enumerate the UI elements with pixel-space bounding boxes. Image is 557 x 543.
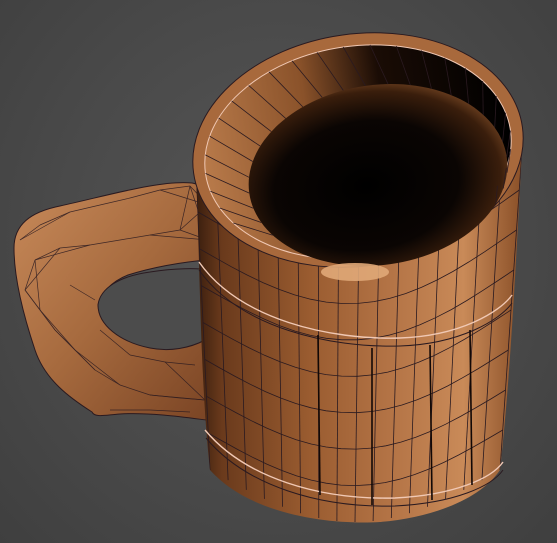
tankard-model-render[interactable]: [0, 0, 557, 543]
handle-group: [13, 182, 211, 421]
3d-viewport[interactable]: [0, 0, 557, 543]
rim-wire-segment: [482, 80, 484, 115]
mug-bottom-inside: [321, 263, 389, 281]
